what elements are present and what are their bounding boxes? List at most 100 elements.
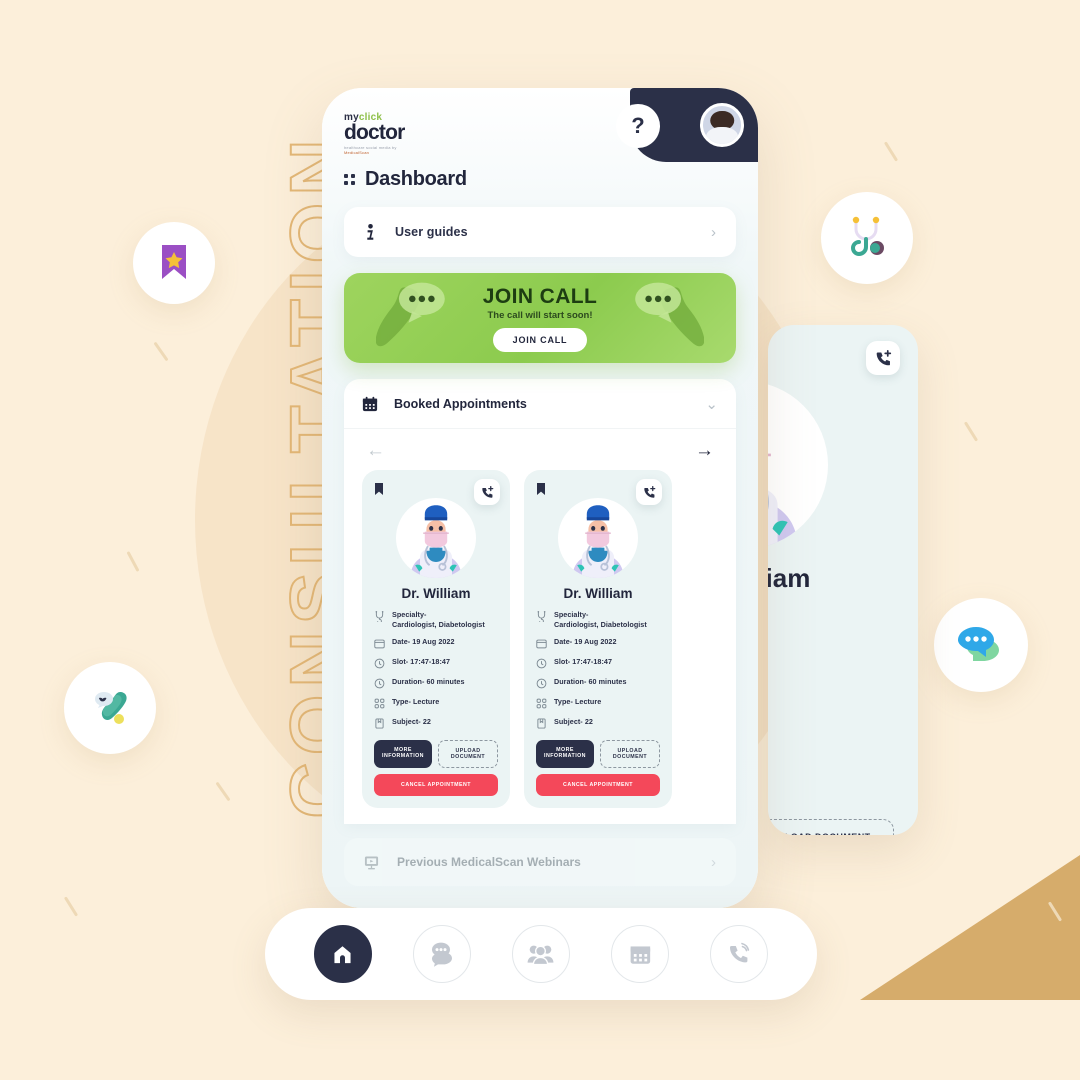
nav-calendar[interactable] [611, 925, 670, 983]
detail-value: 19 Aug 2022 [574, 637, 617, 647]
logo-doctor: doctor [344, 121, 405, 144]
decor-tick [215, 781, 231, 802]
carousel-nav: ← → [344, 429, 736, 464]
detail-label: Slot- [554, 657, 571, 667]
card-call-button[interactable] [474, 479, 500, 505]
background-step-shape [860, 855, 1080, 1000]
stethoscope-icon [851, 216, 884, 257]
card-call-button[interactable] [866, 341, 900, 375]
upload-document-button[interactable]: UPLOAD DOCUMENT [600, 740, 660, 769]
floating-stethoscope-badge [821, 192, 913, 284]
grid-icon [374, 699, 385, 709]
bookmark-icon[interactable] [536, 482, 546, 496]
help-button[interactable]: ? [616, 104, 660, 148]
chevron-right-icon: › [711, 223, 716, 241]
detail-subject: Subject- 22 [536, 717, 660, 729]
doctor-name: Dr. William [401, 586, 471, 601]
phone-mockup: myclick doctor healthcare social media b… [322, 88, 758, 908]
chat-bubbles-icon [958, 627, 999, 661]
calendar-icon [362, 396, 378, 411]
detail-label: Subject- [392, 717, 421, 727]
decor-tick [883, 141, 899, 162]
doctor-name: Dr. William [768, 563, 811, 593]
detail-value: Lecture [412, 697, 440, 707]
nav-home[interactable] [313, 925, 372, 983]
detail-label: Type- [392, 697, 411, 707]
detail-specialty: Specialty- Cardiologist, Diabetologist [374, 610, 498, 629]
detail-value: 22 [584, 717, 593, 727]
grid-dots-icon [344, 174, 355, 185]
detail-type: Type- Lecture [374, 697, 498, 709]
floating-appointment-card-large: Dr. William Specialty- Cardiologist, Dia… [768, 325, 918, 835]
join-call-title: JOIN CALL [482, 284, 598, 308]
appointment-card: Dr. William Specialty- Cardiologist, Diab… [524, 470, 672, 809]
cancel-appointment-button[interactable]: CANCEL APPOINTMENT [536, 774, 660, 797]
detail-label: Date- [392, 637, 411, 647]
carousel-prev-button[interactable]: ← [366, 441, 385, 460]
doctor-illustration [768, 453, 798, 549]
detail-label: Specialty- [554, 610, 589, 619]
book-icon [537, 718, 546, 729]
join-call-banner[interactable]: JOIN CALL The call will start soon! JOIN… [344, 273, 736, 363]
detail-label: Duration- [554, 677, 587, 687]
grid-icon [536, 699, 547, 709]
page-title-text: Dashboard [365, 168, 467, 190]
booked-appointments-header[interactable]: Booked Appointments ⌄ [344, 379, 736, 429]
upload-document-button[interactable]: UPLOAD DOCUMENT [438, 740, 498, 769]
upload-document-button[interactable]: UPLOAD DOCUMENT [768, 819, 894, 835]
home-icon [334, 945, 351, 963]
decor-tick [126, 551, 140, 572]
nav-chat[interactable] [412, 925, 471, 983]
detail-value: 17:47-18:47 [410, 657, 450, 667]
detail-label: Slot- [392, 657, 409, 667]
doctor-avatar [396, 498, 476, 578]
more-information-button[interactable]: MORE INFORMATION [536, 740, 594, 769]
logo-tagline-brand: MedicalScan [344, 149, 370, 155]
phone-add-icon [643, 485, 655, 498]
detail-label: Specialty- [392, 610, 427, 619]
decor-tick [963, 421, 979, 442]
detail-duration: Duration- 60 minutes [536, 677, 660, 689]
detail-value: 17:47-18:47 [572, 657, 612, 667]
bookmark-icon[interactable] [374, 482, 384, 496]
cancel-appointment-button[interactable]: CANCEL APPOINTMENT [374, 774, 498, 797]
floating-bookmark-star-badge [133, 222, 215, 304]
floating-phone-chat-badge [64, 662, 156, 754]
detail-specialty: Specialty- Cardiologist, Diabetologist [536, 610, 660, 629]
phone-icon [730, 942, 750, 963]
phone-bubble-decor-left [376, 282, 445, 347]
book-icon [375, 718, 384, 729]
carousel-next-button[interactable]: → [695, 441, 714, 460]
side-card-details: Specialty- Cardiologist, Diabetologist D… [768, 610, 894, 801]
phone-bubble-decor-right [635, 282, 704, 347]
more-information-button[interactable]: MORE INFORMATION [374, 740, 432, 769]
detail-label: Type- [554, 697, 573, 707]
calendar-icon [374, 640, 385, 649]
decor-tick [153, 341, 169, 362]
doctor-illustration [572, 505, 624, 578]
people-icon [528, 945, 554, 966]
previous-webinars-row[interactable]: Previous MedicalScan Webinars › [344, 838, 736, 887]
detail-date: Date- 19 Aug 2022 [536, 637, 660, 649]
card-call-button[interactable] [636, 479, 662, 505]
detail-duration: Duration- 60 minutes [374, 677, 498, 689]
doctor-avatar [558, 498, 638, 578]
phone-add-icon [481, 485, 493, 498]
join-call-button[interactable]: JOIN CALL [492, 327, 588, 352]
phone-add-icon [876, 349, 891, 365]
user-guides-row[interactable]: User guides › [344, 207, 736, 257]
doctor-name: Dr. William [563, 586, 633, 601]
calendar-icon [630, 945, 650, 964]
nav-community[interactable] [511, 925, 570, 983]
detail-label: Duration- [392, 677, 425, 687]
app-logo: myclick doctor healthcare social media b… [344, 112, 420, 155]
chevron-down-icon[interactable]: ⌄ [705, 395, 718, 413]
avatar[interactable] [700, 103, 744, 147]
app-screen: myclick doctor healthcare social media b… [322, 88, 758, 908]
clock-icon [374, 659, 385, 669]
clock-icon [536, 679, 547, 689]
decor-tick [63, 896, 79, 917]
phone-chat-icon [95, 692, 127, 724]
chevron-right-icon: › [711, 853, 716, 871]
nav-call[interactable] [710, 925, 769, 983]
